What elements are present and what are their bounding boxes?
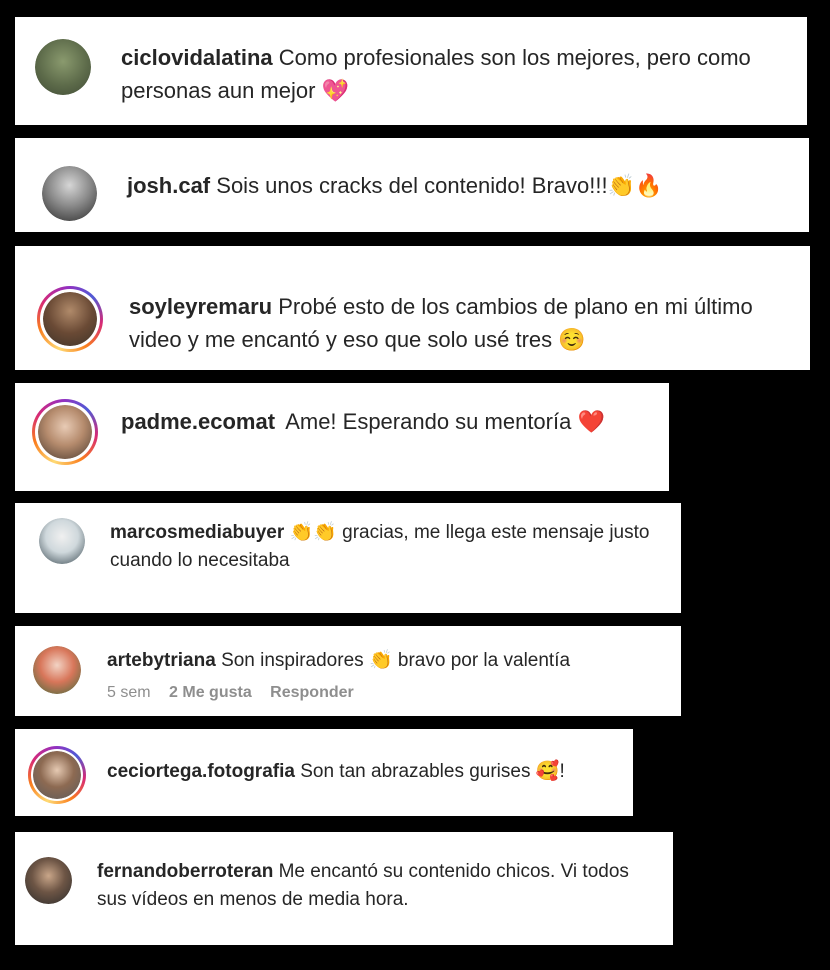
username-link[interactable]: josh.caf (127, 173, 210, 198)
comment-text: ciclovidalatina Como profesionales son l… (121, 41, 791, 108)
comment-text: josh.caf Sois unos cracks del contenido!… (127, 169, 787, 203)
clap-emoji: 👏👏 (289, 521, 337, 543)
timestamp: 5 sem (107, 684, 151, 701)
comment-card: ciclovidalatina Como profesionales son l… (15, 17, 807, 125)
username-link[interactable]: marcosmediabuyer (110, 522, 284, 543)
comment-body: Son inspiradores (221, 650, 364, 671)
comment-text: marcosmediabuyer 👏👏 gracias, me llega es… (110, 518, 650, 575)
avatar (38, 405, 92, 459)
story-ring[interactable] (32, 399, 98, 465)
comment-text: artebytriana Son inspiradores 👏 bravo po… (107, 646, 667, 675)
avatar[interactable] (25, 857, 72, 904)
comment-meta: 5 sem 2 Me gusta Responder (107, 684, 368, 702)
sparkling-heart-emoji: 💖 (321, 79, 349, 104)
avatar[interactable] (42, 166, 97, 221)
avatar (43, 292, 97, 346)
story-ring[interactable] (28, 746, 86, 804)
comment-card: soyleyremaru Probé esto de los cambios d… (15, 246, 810, 370)
comment-body-cont: bravo por la valentía (397, 650, 571, 671)
comment-text: fernandoberroteran Me encantó su conteni… (97, 858, 657, 914)
clap-fire-emoji: 👏🔥 (607, 174, 663, 199)
comment-text: padme.ecomat Ame! Esperando su mentoría … (121, 405, 651, 439)
comment-card: marcosmediabuyer 👏👏 gracias, me llega es… (15, 503, 681, 613)
likes-count[interactable]: 2 Me gusta (169, 684, 252, 701)
smiling-hearts-emoji: 🥰 (535, 760, 560, 782)
username-link[interactable]: ciclovidalatina (121, 45, 273, 70)
avatar[interactable] (33, 646, 81, 694)
comment-body-cont: ! (559, 761, 565, 782)
comment-card: padme.ecomat Ame! Esperando su mentoría … (15, 383, 669, 491)
reply-button[interactable]: Responder (270, 684, 354, 701)
avatar[interactable] (35, 39, 91, 95)
comment-text: ceciortega.fotografia Son tan abrazables… (107, 757, 627, 786)
comment-body: Sois unos cracks del contenido! Bravo!!! (216, 173, 608, 198)
red-heart-emoji: ❤️ (577, 410, 605, 435)
username-link[interactable]: artebytriana (107, 650, 216, 671)
username-link[interactable]: ceciortega.fotografia (107, 761, 295, 782)
username-link[interactable]: fernandoberroteran (97, 861, 273, 882)
avatar (33, 751, 81, 799)
smiling-face-emoji: ☺️ (558, 328, 586, 353)
comment-body: Ame! Esperando su mentoría (285, 409, 572, 434)
username-link[interactable]: soyleyremaru (129, 294, 272, 319)
story-ring[interactable] (37, 286, 103, 352)
comment-card: artebytriana Son inspiradores 👏 bravo po… (15, 626, 681, 716)
comment-text: soyleyremaru Probé esto de los cambios d… (129, 290, 789, 357)
comment-card: ceciortega.fotografia Son tan abrazables… (15, 729, 633, 816)
clap-emoji: 👏 (368, 649, 393, 671)
comment-card: fernandoberroteran Me encantó su conteni… (15, 832, 673, 945)
comment-card: josh.caf Sois unos cracks del contenido!… (15, 138, 809, 232)
username-link[interactable]: padme.ecomat (121, 409, 275, 434)
comment-body: Son tan abrazables gurises (300, 761, 531, 782)
avatar[interactable] (39, 518, 85, 564)
